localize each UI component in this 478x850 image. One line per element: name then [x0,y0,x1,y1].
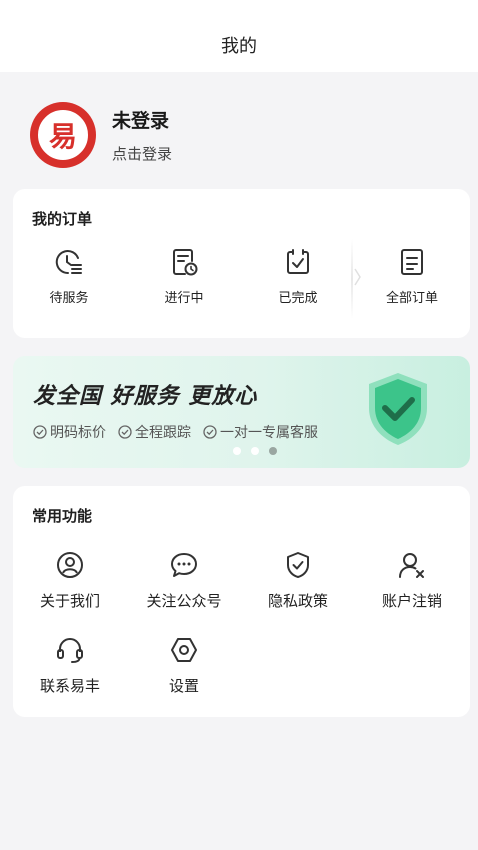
func-about-us[interactable]: 关于我们 [13,550,127,611]
func-delete-account-label: 账户注销 [381,592,442,610]
shield-check-illustration-icon [369,373,427,445]
settings-hexagon-icon [171,638,197,662]
order-pending[interactable]: 待服务 [19,247,119,306]
document-lines-icon [401,249,423,275]
user-remove-icon [399,553,424,578]
headset-icon [57,637,83,663]
page-title: 我的 [221,36,257,57]
shield-check-icon [287,552,309,578]
feature-item: 一对一专属客服 [203,422,318,442]
check-circle-icon [203,425,217,439]
func-contact-label: 联系易丰 [39,677,100,695]
feature-item: 明码标价 [33,422,106,442]
chat-bubble-icon [171,553,197,577]
user-circle-icon [57,552,83,578]
profile-section[interactable]: 易 未登录 点击登录 [30,100,450,170]
feature-text: 一对一专属客服 [220,425,318,441]
login-link[interactable]: 点击登录 [112,143,172,164]
carousel-dot-active[interactable] [269,447,277,455]
orders-title: 我的订单 [32,210,93,228]
func-about-us-label: 关于我们 [39,592,100,610]
carousel-dot[interactable] [233,447,241,455]
func-follow-account[interactable]: 关注公众号 [127,550,241,611]
orders-card: 我的订单 待服务 进行中 已完成 全部订单 [13,189,470,338]
order-in-progress[interactable]: 进行中 [134,247,234,306]
check-circle-icon [118,425,132,439]
order-in-progress-label: 进行中 [164,291,204,306]
feature-text: 全程跟踪 [135,425,191,441]
logo-text: 易 [35,107,91,163]
order-all-label: 全部订单 [385,291,438,306]
top-bar: 我的 [0,0,478,72]
banner-features: 明码标价 全程跟踪 一对一专属客服 [33,422,318,442]
document-clock-icon [173,249,198,276]
order-all[interactable]: 全部订单 [362,247,462,306]
func-privacy-policy-label: 隐私政策 [267,592,328,610]
func-follow-account-label: 关注公众号 [146,592,222,610]
carousel-dots[interactable] [233,447,277,455]
func-delete-account[interactable]: 账户注销 [355,550,469,611]
func-settings[interactable]: 设置 [127,635,241,696]
func-settings-label: 设置 [168,677,199,695]
banner-title: 发全国 好服务 更放心 [33,384,258,409]
func-privacy-policy[interactable]: 隐私政策 [241,550,355,611]
profile-name: 未登录 [112,110,170,132]
clock-list-icon [55,250,82,275]
promo-banner[interactable]: 发全国 好服务 更放心 明码标价 全程跟踪 一对一专属客服 [13,356,470,468]
order-completed-label: 已完成 [278,291,318,306]
feature-item: 全程跟踪 [118,422,191,442]
func-contact[interactable]: 联系易丰 [13,635,127,696]
order-completed[interactable]: 已完成 [248,247,348,306]
check-circle-icon [33,425,47,439]
avatar[interactable]: 易 [30,102,96,168]
feature-text: 明码标价 [50,425,106,441]
clipboard-check-icon [287,249,309,274]
carousel-dot[interactable] [251,447,259,455]
order-pending-label: 待服务 [49,291,89,306]
functions-card: 常用功能 关于我们 关注公众号 隐私政策 账户注销 联系易丰 设置 [13,486,470,717]
functions-title: 常用功能 [32,507,93,525]
